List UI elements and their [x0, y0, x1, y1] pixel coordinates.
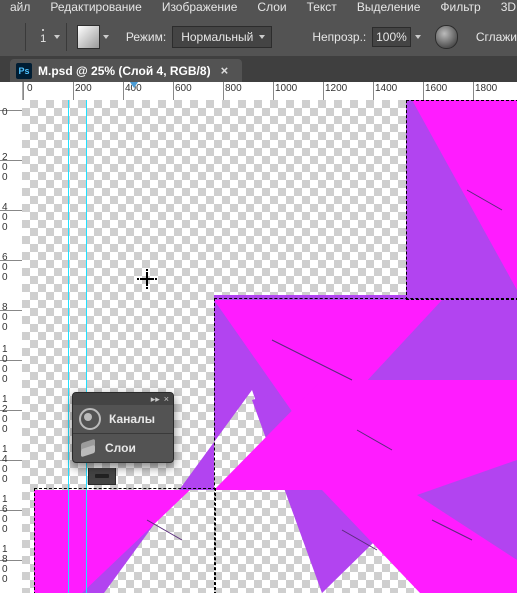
close-icon[interactable]: ×: [221, 63, 229, 78]
panel-dock-handle[interactable]: [88, 468, 116, 485]
panel-collapse-icon[interactable]: ▸▸: [151, 394, 160, 405]
layers-icon: [79, 439, 97, 457]
handle-icon: [95, 474, 109, 478]
menu-image[interactable]: Изображение: [152, 0, 248, 18]
collapsed-panel-group[interactable]: ▸▸ × Каналы Слои: [72, 392, 174, 463]
brush-dot-icon: [42, 29, 44, 31]
selection-marquee: [406, 100, 517, 300]
panel-item-label: Слои: [105, 441, 136, 455]
airbrush-toggle[interactable]: [435, 25, 458, 49]
photoshop-badge-icon: Ps: [16, 63, 32, 79]
selection-marquee: [214, 298, 517, 593]
opacity-value: 100%: [376, 30, 407, 44]
document-tab[interactable]: Ps M.psd @ 25% (Слой 4, RGB/8) ×: [10, 59, 242, 82]
opacity-label: Непрозр.:: [312, 30, 366, 44]
chevron-down-icon[interactable]: [415, 35, 421, 39]
mode-label: Режим:: [126, 30, 166, 44]
brush-size-picker[interactable]: 1: [40, 29, 46, 45]
menu-select[interactable]: Выделение: [347, 0, 431, 18]
menu-bar: айл Редактирование Изображение Слои Текс…: [0, 0, 517, 19]
divider: [25, 23, 26, 51]
brush-preset-picker[interactable]: [77, 25, 100, 49]
panel-item-channels[interactable]: Каналы: [73, 405, 173, 433]
ruler-horizontal[interactable]: 0 200 400 600 800 1000 1200 1400 1600 18…: [0, 82, 517, 101]
menu-text[interactable]: Текст: [297, 0, 347, 18]
brush-size-value: 1: [40, 33, 46, 45]
channels-icon: [79, 408, 101, 430]
divider: [66, 23, 67, 51]
menu-file[interactable]: айл: [0, 0, 40, 18]
chevron-down-icon[interactable]: [54, 35, 60, 39]
menu-3d[interactable]: 3D: [491, 0, 517, 18]
close-icon[interactable]: ×: [164, 394, 169, 404]
panel-titlebar[interactable]: ▸▸ ×: [73, 393, 173, 405]
ruler-vertical[interactable]: 0 200 400 600 800 1000 1200 1400 1600 18…: [0, 100, 23, 593]
ruler-caret-icon: [130, 82, 138, 88]
panel-item-label: Каналы: [109, 412, 155, 426]
menu-edit[interactable]: Редактирование: [40, 0, 151, 18]
panel-item-layers[interactable]: Слои: [73, 434, 173, 462]
menu-filter[interactable]: Фильтр: [430, 0, 490, 18]
options-bar: 1 Режим: Нормальный Непрозр.: 100% Сглаж…: [0, 18, 517, 57]
document-title: M.psd @ 25% (Слой 4, RGB/8): [38, 64, 211, 78]
opacity-field[interactable]: 100%: [372, 27, 410, 47]
canvas[interactable]: [22, 100, 517, 593]
blend-mode-value: Нормальный: [181, 30, 253, 44]
document-tab-bar: Ps M.psd @ 25% (Слой 4, RGB/8) ×: [0, 56, 517, 82]
blend-mode-dropdown[interactable]: Нормальный: [172, 26, 272, 48]
ruler-origin[interactable]: [0, 82, 23, 100]
ruler-h-zero: 0: [27, 83, 33, 94]
smoothing-label: Сглажи: [476, 30, 517, 44]
menu-layers[interactable]: Слои: [247, 0, 296, 18]
selection-marquee: [34, 488, 216, 593]
